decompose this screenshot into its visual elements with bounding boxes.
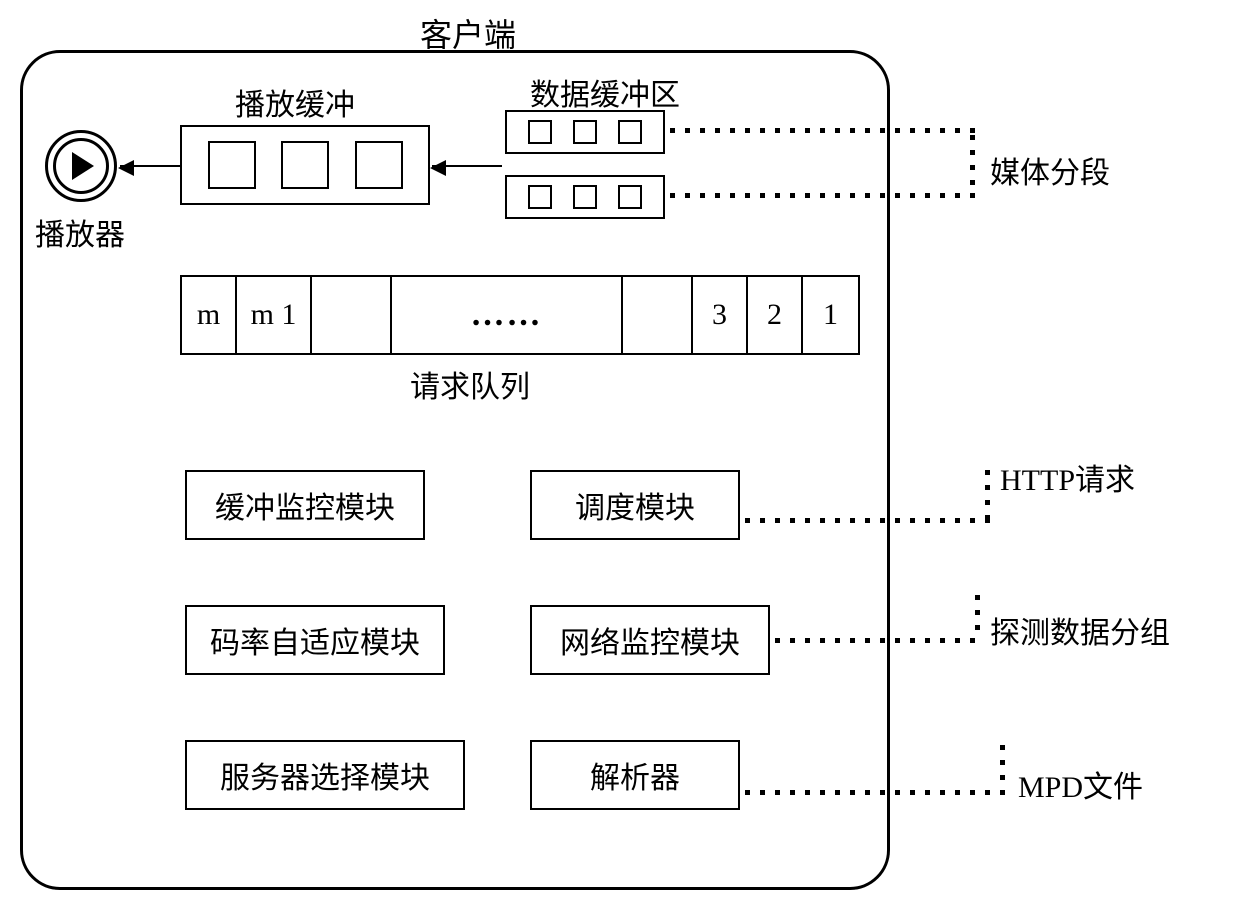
http-request-label: HTTP请求 — [1000, 455, 1135, 499]
data-buffer-row — [505, 175, 665, 219]
queue-cell: 3 — [693, 277, 748, 353]
queue-cell: 1 — [803, 277, 858, 353]
buffer-slot — [355, 141, 403, 189]
request-queue: m m 1 …… 3 2 1 — [180, 275, 860, 355]
request-queue-label: 请求队列 — [410, 362, 530, 406]
dotted-vertical-media — [970, 135, 975, 185]
queue-cell: 2 — [748, 277, 803, 353]
queue-ellipsis: …… — [392, 277, 623, 353]
play-triangle-icon — [72, 152, 94, 180]
mpd-file-label: MPD文件 — [1018, 762, 1143, 806]
play-buffer-label: 播放缓冲 — [235, 80, 355, 124]
data-slot — [528, 120, 552, 144]
buffer-slot — [281, 141, 329, 189]
queue-cell: m — [182, 277, 237, 353]
module-parser: 解析器 — [530, 740, 740, 810]
data-slot — [573, 185, 597, 209]
dotted-connector-probe — [775, 638, 975, 643]
module-bitrate-adaptive: 码率自适应模块 — [185, 605, 445, 675]
data-slot — [618, 185, 642, 209]
dotted-vertical-http — [985, 470, 990, 520]
diagram-stage: 客户端 播放器 播放缓冲 数据缓冲区 媒体分段 — [0, 0, 1240, 910]
data-slot — [573, 120, 597, 144]
dotted-connector-mpd — [745, 790, 1005, 795]
dotted-vertical-mpd — [1000, 745, 1005, 780]
arrow-buffer-to-player — [120, 165, 180, 167]
play-buffer-box — [180, 125, 430, 205]
data-buffer-row — [505, 110, 665, 154]
data-buffer-label: 数据缓冲区 — [530, 70, 680, 114]
buffer-slot — [208, 141, 256, 189]
module-scheduler: 调度模块 — [530, 470, 740, 540]
player-label: 播放器 — [35, 210, 125, 254]
dotted-connector-media-top — [670, 128, 975, 133]
data-slot — [528, 185, 552, 209]
data-slot — [618, 120, 642, 144]
arrow-data-to-play — [432, 165, 502, 167]
media-segment-label: 媒体分段 — [990, 148, 1110, 192]
module-server-select: 服务器选择模块 — [185, 740, 465, 810]
queue-cell — [312, 277, 392, 353]
probe-packet-label: 探测数据分组 — [990, 608, 1170, 652]
play-icon — [45, 130, 117, 202]
module-network-monitor: 网络监控模块 — [530, 605, 770, 675]
queue-cell: m 1 — [237, 277, 312, 353]
dotted-connector-http — [745, 518, 990, 523]
queue-cell — [623, 277, 693, 353]
play-icon-inner — [53, 138, 109, 194]
dotted-connector-media-bottom — [670, 193, 975, 198]
module-buffer-monitor: 缓冲监控模块 — [185, 470, 425, 540]
dotted-vertical-probe — [975, 595, 980, 630]
